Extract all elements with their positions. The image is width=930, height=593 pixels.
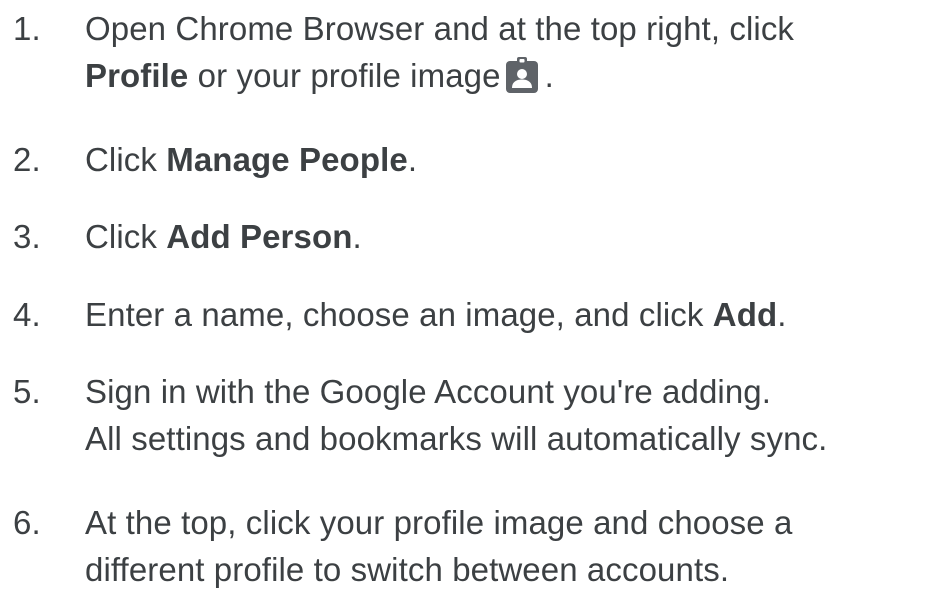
profile-label: Profile xyxy=(85,57,189,94)
step-text: Click Manage People. xyxy=(85,136,417,183)
step-number: 5. xyxy=(13,373,41,410)
step-line: At the top, click your profile image and… xyxy=(85,504,793,541)
step-line: Click Add Person. xyxy=(85,213,362,260)
add-person-label: Add Person xyxy=(166,218,353,255)
step-text-fragment: . xyxy=(544,57,554,94)
step-text-fragment: . xyxy=(777,296,787,333)
step-line: Enter a name, choose an image, and click… xyxy=(85,291,787,338)
step-text-fragment: or your profile image xyxy=(188,57,501,94)
step-text: At the top, click your profile image and… xyxy=(85,499,792,593)
step-line: Sign in with the Google Account you're a… xyxy=(85,373,772,410)
step-number: 4. xyxy=(13,296,41,333)
step-text: Open Chrome Browser and at the top right… xyxy=(85,5,794,99)
step-line: Click Manage People. xyxy=(85,136,417,183)
step-number: 3. xyxy=(13,218,41,255)
profile-badge-icon xyxy=(505,57,538,93)
step-line: different profile to switch between acco… xyxy=(85,551,730,588)
step-text-fragment: Enter a name, choose an image, and click xyxy=(85,296,713,333)
step-number: 6. xyxy=(13,504,41,541)
step-text-fragment: . xyxy=(407,141,418,178)
step-line: Open Chrome Browser and at the top right… xyxy=(85,10,795,47)
add-label: Add xyxy=(712,296,778,333)
step-line: Profile or your profile image . xyxy=(85,52,794,99)
step-text: Enter a name, choose an image, and click… xyxy=(85,291,787,338)
step-line: All settings and bookmarks will automati… xyxy=(85,420,828,457)
step-text: Sign in with the Google Account you're a… xyxy=(85,368,827,462)
step-number: 1. xyxy=(13,10,41,47)
step-text-fragment: Click xyxy=(85,218,167,255)
step-text-fragment: Click xyxy=(85,141,167,178)
step-number: 2. xyxy=(13,141,41,178)
manage-people-label: Manage People xyxy=(166,141,408,178)
step-text-fragment: . xyxy=(352,218,362,255)
step-text: Click Add Person. xyxy=(85,213,362,260)
